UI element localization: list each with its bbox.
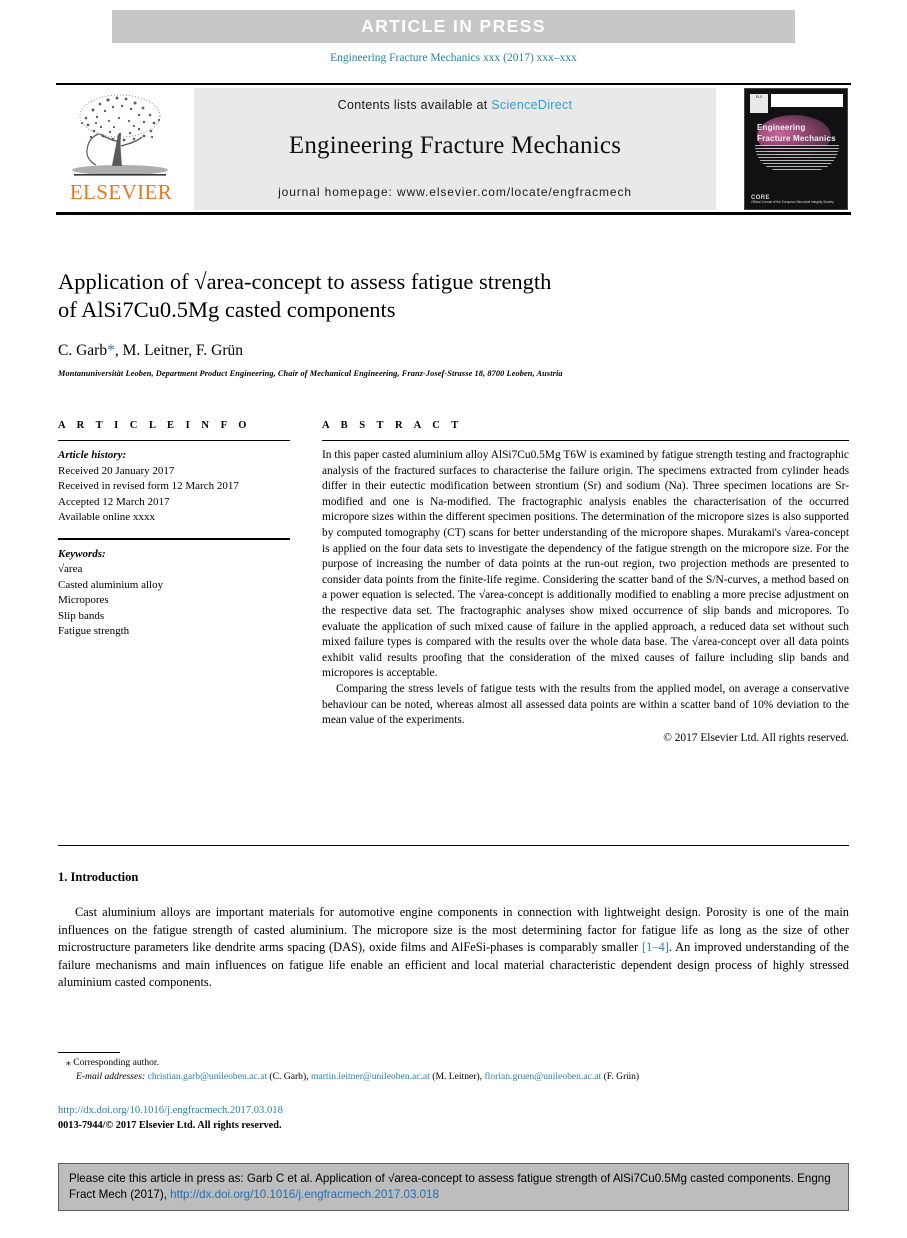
email-person-leitner: (M. Leitner), xyxy=(432,1070,483,1082)
cover-badge-icon: ELS xyxy=(750,94,768,113)
abstract-paragraph: Comparing the stress levels of fatigue t… xyxy=(322,682,849,727)
abstract-bottom-rule xyxy=(58,845,849,846)
email-person-garb: (C. Garb), xyxy=(269,1070,309,1082)
cover-foot-sub: Official Journal of the European Structu… xyxy=(751,200,834,204)
article-info-rule xyxy=(58,440,290,441)
email-link-gruen[interactable]: florian.gruen@unileoben.ac.at xyxy=(484,1071,601,1082)
footnotes-block: ⁎ Corresponding author. E-mail addresses… xyxy=(58,1056,849,1083)
contents-prefix-text: Contents lists available at xyxy=(337,98,492,112)
corresponding-author-note: ⁎ Corresponding author. xyxy=(66,1057,159,1068)
article-page: ARTICLE IN PRESS Engineering Fracture Me… xyxy=(0,0,907,1238)
article-in-press-banner: ARTICLE IN PRESS xyxy=(112,10,795,43)
title-block: Application of √area-concept to assess f… xyxy=(58,268,848,378)
history-item: Accepted 12 March 2017 xyxy=(58,495,170,508)
citation-reference-link[interactable]: [1–4] xyxy=(642,940,669,954)
keyword-item: Fatigue strength xyxy=(58,625,130,638)
elsevier-tree-icon xyxy=(72,94,168,176)
journal-cover-thumbnail[interactable]: ELS Engineering Fracture Mechanics CORE … xyxy=(744,88,848,210)
email-link-leitner[interactable]: martin.leitner@unileoben.ac.at xyxy=(311,1071,430,1082)
email-person-gruen: (F. Grün) xyxy=(603,1070,640,1082)
journal-masthead: ELSEVIER Contents lists available at Sci… xyxy=(56,88,851,210)
article-title-line1: Application of √area-concept to assess f… xyxy=(58,269,552,294)
abstract-column: A B S T R A C T In this paper casted alu… xyxy=(322,420,849,746)
cover-title: Engineering Fracture Mechanics xyxy=(757,122,843,144)
email-link-garb[interactable]: christian.garb@unileoben.ac.at xyxy=(148,1071,267,1082)
introduction-paragraph: Cast aluminium alloys are important mate… xyxy=(58,904,849,992)
running-head: Engineering Fracture Mechanics xxx (2017… xyxy=(330,52,577,64)
corresponding-author-marker: * xyxy=(107,342,115,359)
author-rest: , M. Leitner, F. Grün xyxy=(114,342,243,359)
cite-doi-link[interactable]: http://dx.doi.org/10.1016/j.engfracmech.… xyxy=(170,1188,439,1201)
keywords-rule xyxy=(58,537,290,540)
article-history-label: Article history: xyxy=(58,449,127,461)
article-info-column: A R T I C L E I N F O Article history: R… xyxy=(58,420,290,640)
history-item: Received 20 January 2017 xyxy=(58,464,175,477)
affiliation: Montanuniversität Leoben, Department Pro… xyxy=(58,369,563,378)
keyword-item: Slip bands xyxy=(58,609,105,622)
doi-link[interactable]: http://dx.doi.org/10.1016/j.engfracmech.… xyxy=(58,1104,658,1119)
page-title: Application of √area-concept to assess f… xyxy=(58,268,848,324)
sciencedirect-link[interactable]: ScienceDirect xyxy=(491,98,572,112)
masthead-bottom-rule xyxy=(56,212,851,216)
elsevier-logo: ELSEVIER xyxy=(56,88,186,210)
cover-footer: CORE Official Journal of the European St… xyxy=(751,195,843,204)
email-addresses-line: E-mail addresses: christian.garb@unileob… xyxy=(58,1070,849,1084)
introduction-heading: 1. Introduction xyxy=(58,870,139,884)
journal-homepage-line[interactable]: journal homepage: www.elsevier.com/locat… xyxy=(194,185,716,199)
abstract-paragraph: In this paper casted aluminium alloy AlS… xyxy=(322,449,849,680)
cite-this-article-box: Please cite this article in press as: Ga… xyxy=(58,1163,849,1211)
abstract-heading: A B S T R A C T xyxy=(322,420,463,431)
cover-title-line2: Fracture Mechanics xyxy=(757,134,836,143)
keyword-item: Casted aluminium alloy xyxy=(58,578,164,591)
article-info-heading: A R T I C L E I N F O xyxy=(58,420,251,431)
article-title-line2: of AlSi7Cu0.5Mg casted components xyxy=(58,297,396,322)
cover-halftone-lines xyxy=(755,145,839,171)
contents-available-line: Contents lists available at ScienceDirec… xyxy=(194,88,716,112)
keyword-item: Micropores xyxy=(58,594,109,607)
masthead-top-rule xyxy=(56,83,851,85)
history-item: Received in revised form 12 March 2017 xyxy=(58,480,239,492)
abstract-body: In this paper casted aluminium alloy AlS… xyxy=(322,448,849,746)
abstract-rule xyxy=(322,440,849,441)
keyword-item: √area xyxy=(58,563,83,576)
history-item: Available online xxxx xyxy=(58,511,155,523)
issn-copyright-line: 0013-7944/© 2017 Elsevier Ltd. All right… xyxy=(58,1119,282,1131)
introduction-section: 1. Introduction Cast aluminium alloys ar… xyxy=(58,870,849,992)
abstract-copyright: © 2017 Elsevier Ltd. All rights reserved… xyxy=(663,731,849,744)
cover-white-strip xyxy=(771,94,843,107)
author-first: C. Garb xyxy=(58,342,108,359)
footnote-rule xyxy=(58,1052,120,1054)
journal-title: Engineering Fracture Mechanics xyxy=(288,132,622,159)
doi-block: http://dx.doi.org/10.1016/j.engfracmech.… xyxy=(58,1104,658,1133)
contents-box: Contents lists available at ScienceDirec… xyxy=(194,88,716,210)
elsevier-wordmark: ELSEVIER xyxy=(69,180,173,204)
email-addresses-label: E-mail addresses: xyxy=(76,1070,146,1082)
keywords-label: Keywords: xyxy=(58,547,106,560)
author-list: C. Garb*, M. Leitner, F. Grün xyxy=(58,342,848,360)
cover-title-line1: Engineering xyxy=(757,123,806,132)
